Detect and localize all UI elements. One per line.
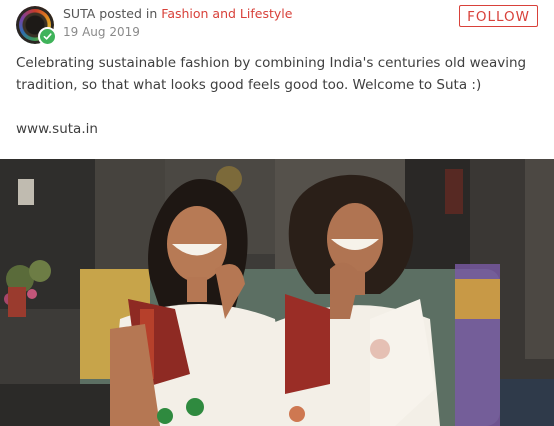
author-name[interactable]: SUTA — [63, 6, 95, 21]
follow-button[interactable]: FOLLOW — [459, 5, 538, 27]
posted-in-text: posted in — [99, 6, 158, 21]
post-meta: SUTA posted in Fashion and Lifestyle 19 … — [63, 6, 292, 40]
author-avatar-wrap[interactable] — [16, 6, 57, 46]
post-card: SUTA posted in Fashion and Lifestyle 19 … — [0, 0, 554, 426]
post-header: SUTA posted in Fashion and Lifestyle 19 … — [16, 4, 538, 48]
website-link[interactable]: www.suta.in — [16, 118, 98, 140]
post-description: Celebrating sustainable fashion by combi… — [16, 55, 527, 93]
post-photo[interactable] — [0, 159, 554, 426]
check-icon — [43, 33, 52, 40]
post-date: 19 Aug 2019 — [63, 25, 140, 39]
verified-badge — [38, 27, 57, 46]
category-link[interactable]: Fashion and Lifestyle — [161, 6, 292, 21]
post-photo-illustration — [0, 159, 554, 426]
post-byline: SUTA posted in Fashion and Lifestyle — [63, 6, 292, 22]
